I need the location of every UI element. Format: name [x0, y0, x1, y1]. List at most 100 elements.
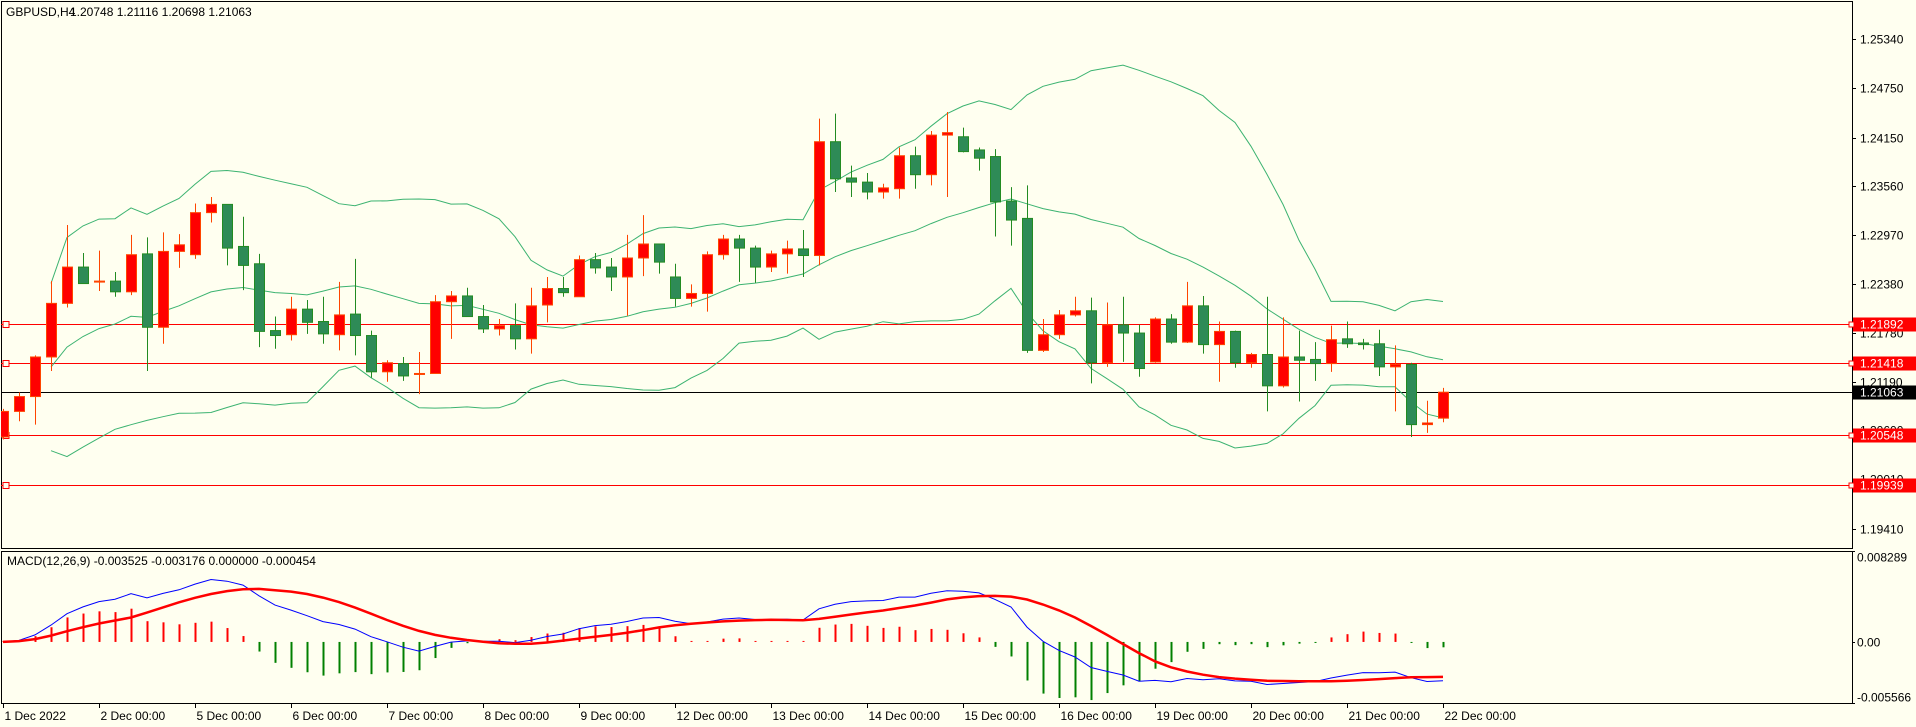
- bullish-candle: [1070, 310, 1081, 316]
- bearish-candle: [1230, 330, 1241, 364]
- bearish-candle: [1134, 332, 1145, 370]
- bullish-candle: [158, 250, 169, 328]
- bearish-candle: [1166, 318, 1177, 343]
- bullish-candle: [638, 243, 649, 259]
- bullish-candle: [1214, 330, 1225, 346]
- bullish-candle: [446, 295, 457, 303]
- bullish-candle: [414, 372, 425, 375]
- bullish-candle: [494, 325, 505, 330]
- bearish-candle: [142, 253, 153, 328]
- bullish-candle: [542, 288, 553, 306]
- time-tick-label: 6 Dec 00:00: [293, 709, 358, 723]
- time-tick-label: 22 Dec 00:00: [1445, 709, 1517, 723]
- price-tick-label: 1.22380: [1860, 278, 1904, 292]
- bearish-candle: [750, 247, 761, 268]
- bullish-candle: [622, 257, 633, 278]
- bearish-candle: [222, 203, 233, 249]
- macd-tick-label: -0.005566: [1857, 691, 1911, 705]
- bearish-candle: [110, 280, 121, 293]
- bearish-candle: [254, 263, 265, 332]
- bearish-candle: [606, 266, 617, 278]
- bearish-candle: [1262, 353, 1273, 387]
- bearish-candle: [478, 316, 489, 330]
- price-tick-label: 1.23560: [1860, 180, 1904, 194]
- bullish-candle: [174, 244, 185, 252]
- level-price-tag: 1.21892: [1860, 318, 1904, 332]
- level-anchor-marker: [2, 360, 10, 367]
- bearish-candle: [1294, 356, 1305, 361]
- trading-chart[interactable]: 1.25340 1.24750 1.24150 1.23560 1.22970 1.223…: [0, 0, 1916, 727]
- bullish-candle: [1390, 363, 1401, 368]
- macd-tick-label: 0.00: [1857, 636, 1881, 650]
- price-tick-label: 1.22970: [1860, 229, 1904, 243]
- bullish-candle: [14, 396, 25, 412]
- bearish-candle: [398, 363, 409, 377]
- bullish-candle: [126, 254, 137, 293]
- bearish-candle: [350, 313, 361, 337]
- bullish-candle: [686, 292, 697, 299]
- bullish-candle: [1422, 422, 1433, 426]
- bearish-candle: [798, 248, 809, 257]
- bearish-candle: [1358, 342, 1369, 346]
- time-tick-label: 15 Dec 00:00: [965, 709, 1037, 723]
- bearish-candle: [1374, 343, 1385, 368]
- bullish-candle: [94, 280, 105, 283]
- bearish-candle: [1406, 363, 1417, 426]
- bearish-candle: [1342, 338, 1353, 345]
- bearish-candle: [1022, 217, 1033, 351]
- bearish-candle: [270, 330, 281, 337]
- time-tick-label: 20 Dec 00:00: [1253, 709, 1325, 723]
- bullish-candle: [526, 305, 537, 340]
- bearish-candle: [862, 181, 873, 193]
- bullish-candle: [1150, 318, 1161, 363]
- bullish-candle: [942, 132, 953, 136]
- bullish-candle: [286, 308, 297, 336]
- time-tick-label: 2 Dec 00:00: [101, 709, 166, 723]
- bullish-candle: [430, 301, 441, 374]
- level-price-tag-marker: [1848, 482, 1855, 489]
- bearish-candle: [238, 245, 249, 266]
- time-tick-label: 16 Dec 00:00: [1061, 709, 1133, 723]
- level-price-tag-marker: [1848, 432, 1855, 439]
- bullish-candle: [46, 302, 57, 358]
- bullish-candle: [878, 187, 889, 193]
- bullish-candle: [334, 314, 345, 336]
- level-price-tag-marker: [1848, 360, 1855, 367]
- time-tick-label: 19 Dec 00:00: [1157, 709, 1229, 723]
- bearish-candle: [510, 325, 521, 340]
- time-tick-label: 5 Dec 00:00: [197, 709, 262, 723]
- bullish-candle: [206, 203, 217, 214]
- bullish-candle: [926, 134, 937, 176]
- price-tick-label: 1.19410: [1860, 523, 1904, 537]
- bullish-candle: [1278, 356, 1289, 387]
- bearish-candle: [318, 321, 329, 335]
- bullish-candle: [1246, 353, 1257, 364]
- bearish-candle: [958, 136, 969, 153]
- time-tick-label: 9 Dec 00:00: [581, 709, 646, 723]
- level-anchor-marker: [2, 482, 10, 489]
- time-tick-label: 8 Dec 00:00: [485, 709, 550, 723]
- bearish-candle: [734, 238, 745, 249]
- bullish-candle: [1102, 324, 1113, 364]
- bearish-candle: [1118, 324, 1129, 334]
- bullish-candle: [62, 266, 73, 304]
- bid-price-tag: 1.21063: [1860, 386, 1904, 400]
- level-anchor-marker: [2, 321, 10, 328]
- time-tick-label: 7 Dec 00:00: [389, 709, 454, 723]
- bearish-candle: [1086, 310, 1097, 364]
- time-tick-label: 21 Dec 00:00: [1349, 709, 1421, 723]
- level-price-tag: 1.20548: [1860, 429, 1904, 443]
- bullish-candle: [190, 212, 201, 256]
- bullish-candle: [894, 155, 905, 190]
- bearish-candle: [990, 156, 1001, 203]
- bearish-candle: [846, 177, 857, 183]
- bullish-candle: [814, 141, 825, 257]
- time-tick-label: 12 Dec 00:00: [677, 709, 749, 723]
- level-price-tag: 1.19939: [1860, 479, 1904, 493]
- bullish-candle: [30, 356, 41, 398]
- bullish-candle: [718, 238, 729, 256]
- bullish-candle: [1326, 339, 1337, 365]
- bullish-candle: [766, 253, 777, 268]
- time-tick-label: 13 Dec 00:00: [773, 709, 845, 723]
- bearish-candle: [78, 266, 89, 285]
